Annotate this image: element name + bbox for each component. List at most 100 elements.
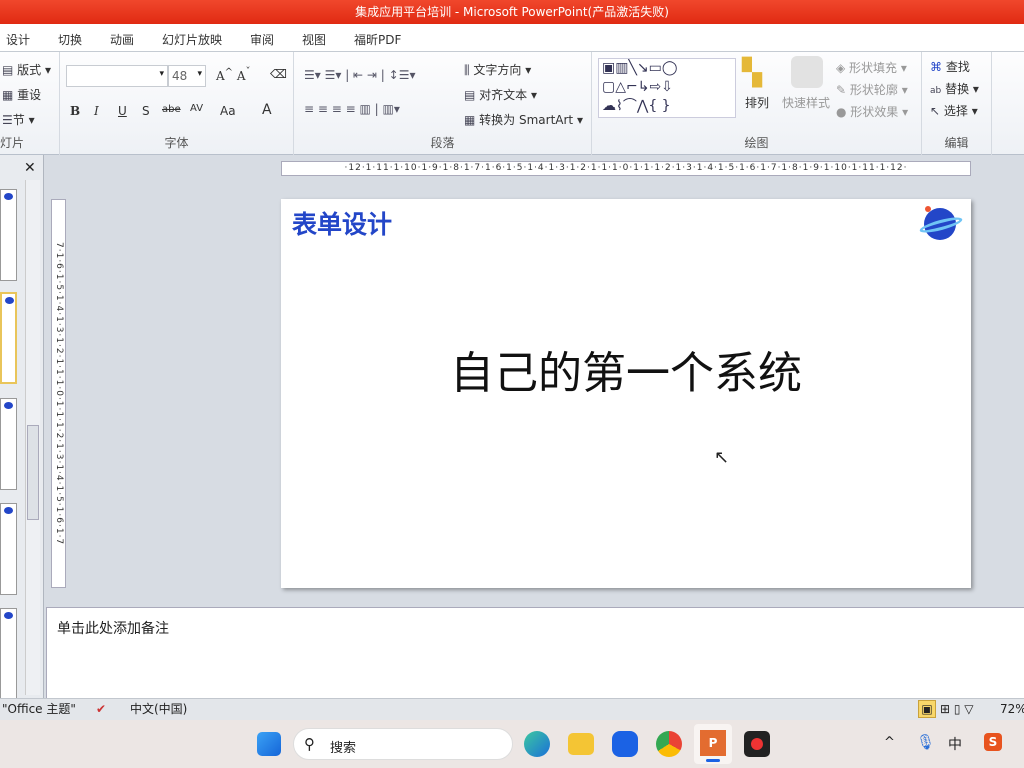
- chevron-down-icon: ▾: [197, 69, 202, 79]
- align-text-button[interactable]: ▤ 对齐文本 ▾: [464, 86, 537, 103]
- clear-format-icon[interactable]: ⌫: [270, 67, 287, 81]
- slide-thumbnail[interactable]: [0, 398, 17, 490]
- window-title: 集成应用平台培训 - Microsoft PowerPoint(产品激活失败): [355, 5, 669, 19]
- windows-taskbar: ⚲ 搜索 P ^ 🎙 中 S: [0, 720, 1024, 768]
- search-icon: ⚲: [304, 735, 315, 753]
- planet-logo-icon: [918, 206, 964, 242]
- shapes-gallery[interactable]: ▣▥╲↘▭◯ ▢△⌐↳⇨⇩ ☁⌇⌒⋀{ }: [598, 58, 736, 118]
- reset-button[interactable]: ▦ 重设: [2, 86, 41, 103]
- sogou-ime-icon[interactable]: S: [984, 733, 1002, 751]
- chevron-down-icon: ▾: [159, 69, 164, 79]
- shape-fill-label: 形状填充: [849, 61, 898, 75]
- group-label-editing: 编辑: [944, 136, 969, 150]
- align-text-label: 对齐文本: [479, 88, 528, 102]
- replace-button[interactable]: ab 替换 ▾: [930, 80, 979, 97]
- tab-foxit-pdf[interactable]: 福昕PDF: [354, 31, 401, 48]
- windows-start-icon[interactable]: [257, 732, 281, 756]
- select-button[interactable]: ↖ 选择 ▾: [930, 102, 978, 119]
- chevron-up-icon[interactable]: ^: [884, 735, 895, 750]
- mouse-cursor-icon: ↖: [714, 447, 730, 468]
- underline-button[interactable]: U: [118, 104, 127, 118]
- slide-thumbnail-selected[interactable]: [0, 292, 17, 384]
- recorder-icon[interactable]: [744, 731, 770, 757]
- ime-indicator[interactable]: 中: [948, 734, 962, 754]
- section-button[interactable]: ☰节 ▾: [2, 111, 35, 128]
- shape-outline-label: 形状轮廓: [849, 83, 898, 97]
- edge-icon[interactable]: [524, 731, 550, 757]
- horizontal-ruler: ·12·1·11·1·10·1·9·1·8·1·7·1·6·1·5·1·4·1·…: [281, 161, 971, 176]
- reset-label: 重设: [17, 88, 42, 102]
- slide-thumbnail[interactable]: [0, 608, 17, 700]
- align-text-icon: ▤: [464, 88, 476, 102]
- strikethrough-button[interactable]: abe: [162, 104, 181, 115]
- reset-icon: ▦: [2, 88, 14, 102]
- close-pane-icon[interactable]: ✕: [24, 160, 36, 176]
- group-drawing: ▣▥╲↘▭◯ ▢△⌐↳⇨⇩ ☁⌇⌒⋀{ } ▚ 排列 快速样式 ◈ 形状填充 ▾ ✎…: [592, 52, 922, 155]
- tab-slideshow[interactable]: 幻灯片放映: [162, 31, 222, 48]
- microphone-icon[interactable]: 🎙: [916, 733, 935, 751]
- shadow-button[interactable]: S: [142, 104, 150, 118]
- scrollbar-thumb[interactable]: [27, 425, 39, 520]
- char-spacing-button[interactable]: AV: [190, 103, 203, 114]
- find-button[interactable]: ⌘ 查找: [930, 58, 970, 75]
- font-color-button[interactable]: A: [262, 102, 272, 118]
- bullets-button[interactable]: ☰▾ ☰▾ | ⇤ ⇥ | ↕☰▾: [304, 68, 415, 82]
- slide-canvas[interactable]: 表单设计 自己的第一个系统 ↖: [281, 199, 971, 588]
- italic-button[interactable]: I: [94, 104, 99, 118]
- quick-styles-button[interactable]: 快速样式: [782, 94, 830, 111]
- powerpoint-taskbar-button[interactable]: P: [694, 724, 732, 764]
- text-direction-icon: ⫼: [464, 63, 470, 77]
- powerpoint-icon: P: [700, 730, 726, 756]
- align-buttons[interactable]: ≡ ≡ ≡ ≡ ▥ | ▥▾: [304, 102, 400, 116]
- bold-button[interactable]: B: [70, 104, 80, 118]
- smartart-icon: ▦: [464, 113, 476, 127]
- tab-design[interactable]: 设计: [6, 31, 30, 48]
- slide-title[interactable]: 自己的第一个系统: [281, 337, 971, 401]
- spellcheck-icon[interactable]: ✔: [96, 699, 106, 720]
- view-buttons[interactable]: ⊞ ▯ ▽: [940, 699, 974, 720]
- file-explorer-icon[interactable]: [568, 733, 594, 755]
- slide-thumbnail[interactable]: [0, 189, 17, 281]
- tab-transitions[interactable]: 切换: [58, 31, 82, 48]
- arrange-button[interactable]: 排列: [745, 94, 769, 111]
- shape-fill-button[interactable]: ◈ 形状填充 ▾: [836, 59, 907, 76]
- group-paragraph: ☰▾ ☰▾ | ⇤ ⇥ | ↕☰▾ ≡ ≡ ≡ ≡ ▥ | ▥▾ ⫼ 文字方向 …: [294, 52, 592, 155]
- tab-review[interactable]: 审阅: [250, 31, 274, 48]
- tab-animations[interactable]: 动画: [110, 31, 134, 48]
- font-size-value: 48: [172, 69, 188, 83]
- taskbar-search[interactable]: ⚲ 搜索: [293, 728, 513, 760]
- normal-view-button[interactable]: ▣: [918, 700, 936, 718]
- ribbon: ▤ 版式 ▾ ▦ 重设 ☰节 ▾ 灯片 ▾ 48 ▾ A^ Aˇ ⌫ B I U …: [0, 52, 1024, 155]
- lenovo-app-icon[interactable]: [612, 731, 638, 757]
- grow-font-button[interactable]: A^ Aˇ: [216, 67, 251, 83]
- group-label-drawing: 绘图: [744, 136, 769, 150]
- group-label-font: 字体: [164, 136, 189, 150]
- shape-effects-label: 形状效果: [850, 105, 899, 119]
- ribbon-tabs: 设计 切换 动画 幻灯片放映 审阅 视图 福昕PDF: [0, 24, 1024, 52]
- layout-label: 版式: [17, 63, 42, 77]
- section-label: 节: [12, 113, 25, 127]
- change-case-button[interactable]: Aa: [220, 104, 236, 118]
- convert-smartart-button[interactable]: ▦ 转换为 SmartArt ▾: [464, 111, 583, 128]
- text-direction-button[interactable]: ⫼ 文字方向 ▾: [464, 61, 531, 78]
- arrange-icon: ▚: [742, 58, 762, 88]
- vertical-ruler: 7·1·6·1·5·1·4·1·3·1·2·1·1·1·0·1·1·1·2·1·…: [51, 199, 66, 588]
- notes-pane[interactable]: 单击此处添加备注: [46, 607, 1024, 698]
- language-status[interactable]: 中文(中国): [130, 699, 187, 720]
- zoom-level[interactable]: 72%: [1000, 699, 1024, 720]
- chrome-icon[interactable]: [656, 731, 682, 757]
- shape-outline-button[interactable]: ✎ 形状轮廓 ▾: [836, 81, 908, 98]
- tab-view[interactable]: 视图: [302, 31, 326, 48]
- shape-effects-button[interactable]: ● 形状效果 ▾: [836, 103, 908, 120]
- layout-icon: ▤: [2, 63, 14, 77]
- font-size-select[interactable]: 48 ▾: [168, 65, 206, 87]
- text-direction-label: 文字方向: [473, 63, 522, 77]
- group-slides: ▤ 版式 ▾ ▦ 重设 ☰节 ▾ 灯片: [0, 52, 60, 155]
- layout-button[interactable]: ▤ 版式 ▾: [2, 61, 51, 78]
- thumbnail-scrollbar[interactable]: [25, 180, 40, 695]
- slide-header[interactable]: 表单设计: [292, 205, 392, 241]
- section-icon: ☰: [2, 113, 13, 127]
- font-name-select[interactable]: ▾: [66, 65, 168, 87]
- slide-thumbnail[interactable]: [0, 503, 17, 595]
- notes-placeholder[interactable]: 单击此处添加备注: [57, 618, 169, 638]
